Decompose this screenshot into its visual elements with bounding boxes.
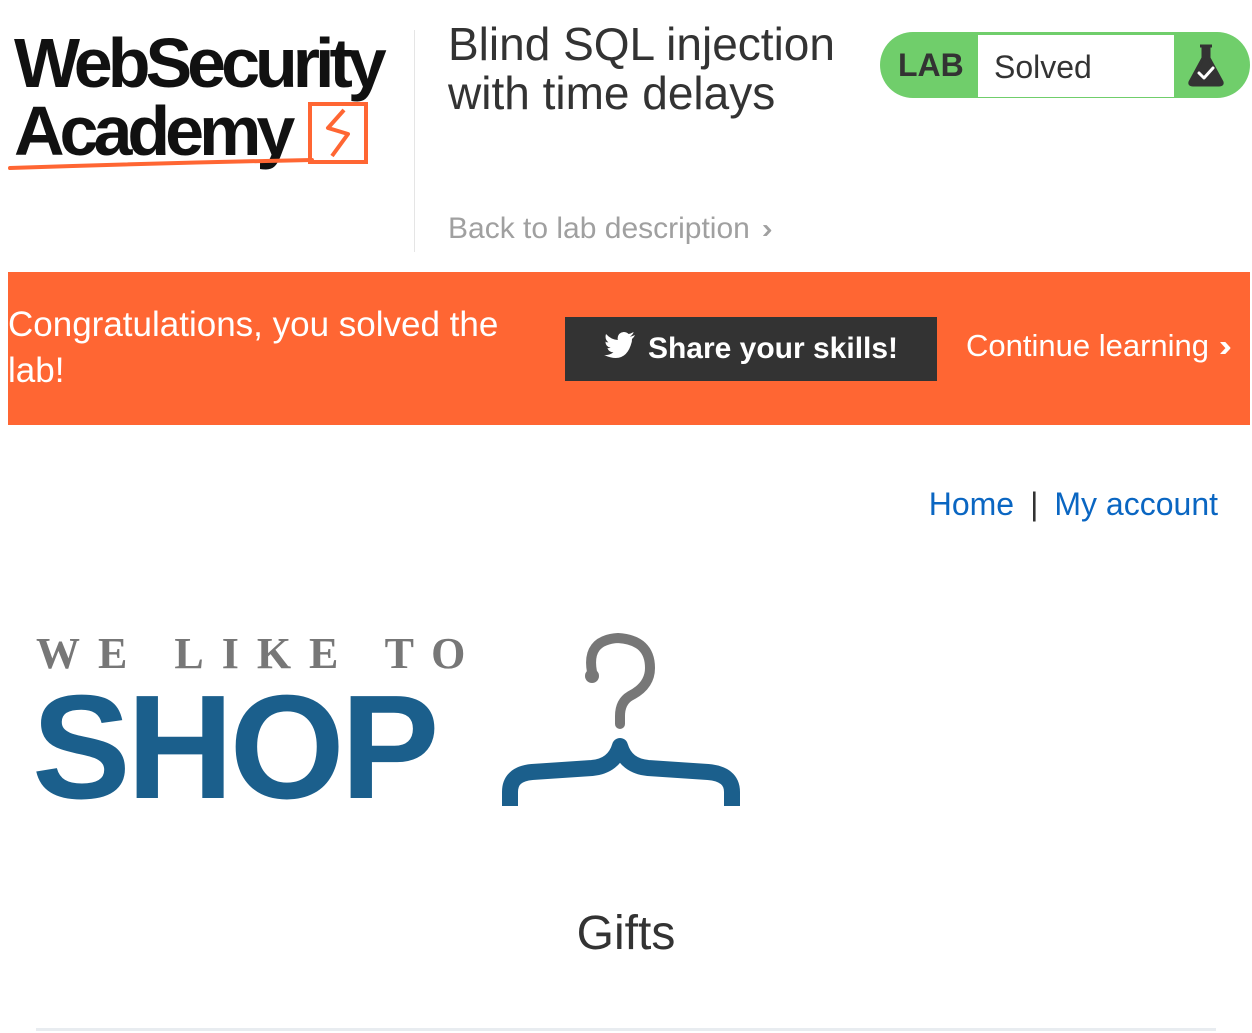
- we-like-to-shop-logo[interactable]: WE LIKE TO SHOP: [32, 620, 756, 822]
- lab-status-text: Solved: [994, 49, 1092, 85]
- top-nav: Home | My account: [929, 486, 1218, 523]
- lab-title: Blind SQL injection with time delays: [448, 18, 835, 119]
- solved-banner: Congratulations, you solved the lab! Sha…: [8, 272, 1250, 425]
- share-your-skills-button[interactable]: Share your skills!: [565, 317, 937, 381]
- lab-status-widget: LAB Solved: [880, 32, 1250, 98]
- continue-learning-link[interactable]: Continue learning ››: [966, 328, 1231, 364]
- web-security-academy-logo[interactable]: WebSecurity Academy: [8, 22, 408, 182]
- double-chevron-right-icon: ››: [1219, 328, 1231, 363]
- my-account-link[interactable]: My account: [1054, 486, 1218, 522]
- continue-learning-label: Continue learning: [966, 328, 1210, 363]
- back-to-lab-description-link[interactable]: Back to lab description ››: [448, 212, 772, 246]
- lab-header: WebSecurity Academy Blind SQL injection …: [0, 0, 1252, 272]
- back-link-label: Back to lab description: [448, 212, 750, 245]
- flask-icon: [1188, 44, 1224, 87]
- home-link[interactable]: Home: [929, 486, 1014, 522]
- share-button-label: Share your skills!: [647, 332, 899, 365]
- page-title: Gifts: [576, 907, 676, 960]
- shop-logo-word: SHOP: [32, 665, 439, 830]
- lab-status-tag: LAB: [898, 47, 964, 83]
- lightning-bolt-icon: [8, 102, 368, 170]
- double-chevron-right-icon: ››: [761, 213, 772, 244]
- congratulations-message: Congratulations, you solved the lab!: [8, 305, 499, 390]
- lab-status-box: Solved: [978, 34, 1174, 97]
- header-divider: [414, 30, 415, 252]
- content-divider: [36, 1028, 1216, 1031]
- nav-separator: |: [1030, 486, 1039, 522]
- twitter-bird-icon: [603, 331, 636, 367]
- coat-hanger-icon: [502, 632, 740, 806]
